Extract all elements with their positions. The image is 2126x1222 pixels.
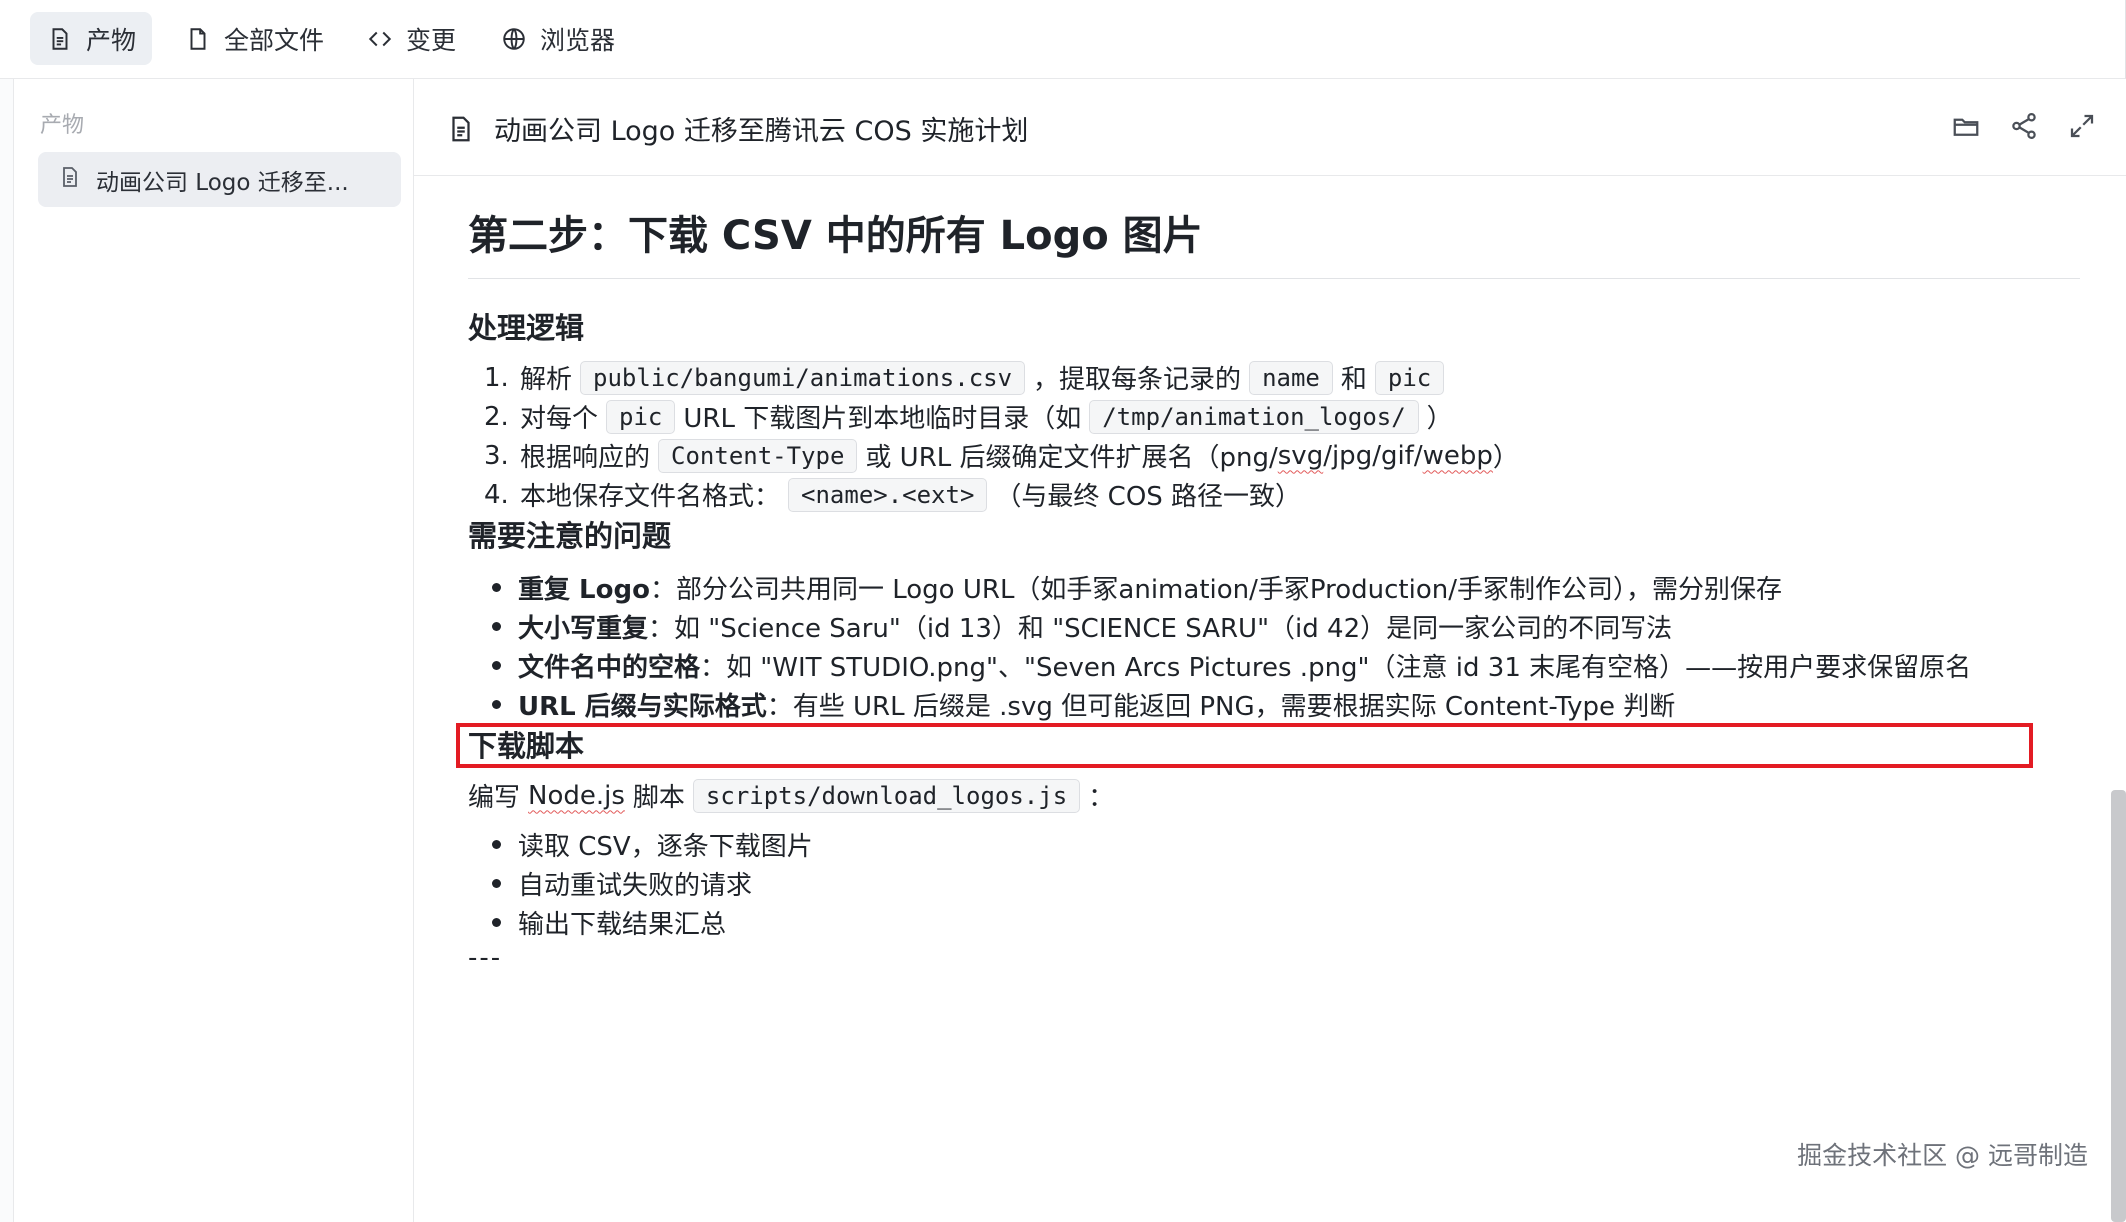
sidebar-item-document[interactable]: 动画公司 Logo 迁移至... [38, 152, 401, 207]
tab-browser[interactable]: 浏览器 [484, 12, 631, 65]
list-item: 2. 对每个 pic URL 下载图片到本地临时目录（如 /tmp/animat… [484, 399, 1453, 434]
section-heading-issues: 需要注意的问题 [468, 519, 672, 553]
artifacts-sidebar: 产物 动画公司 Logo 迁移至... [13, 79, 414, 1222]
globe-icon [500, 25, 528, 53]
share-icon[interactable] [2008, 110, 2040, 142]
code-icon [366, 25, 394, 53]
inline-code: public/bangumi/animations.csv [580, 360, 1026, 395]
inline-code: /tmp/animation_logos/ [1089, 399, 1419, 434]
document-icon [58, 165, 82, 195]
tab-label: 全部文件 [224, 25, 325, 55]
tab-artifacts[interactable]: 产物 [30, 12, 153, 65]
document-icon [46, 25, 74, 53]
document-title-text: 动画公司 Logo 迁移至腾讯云 COS 实施计划 [494, 116, 1029, 147]
top-tab-bar: 产物 全部文件 变更 浏览器 [0, 0, 2126, 79]
expand-icon[interactable] [2066, 110, 2098, 142]
list-item: 自动重试失败的请求 [492, 865, 752, 902]
inline-code: pic [606, 399, 676, 434]
inline-code: Content-Type [658, 438, 858, 473]
annotation-highlight-box [456, 723, 2033, 768]
tab-label: 浏览器 [540, 25, 616, 55]
folder-open-icon[interactable] [1950, 110, 1982, 142]
list-item: 输出下载结果汇总 [492, 904, 726, 941]
heading-divider [468, 278, 2080, 279]
inline-code: scripts/download_logos.js [692, 778, 1081, 813]
inline-code: name [1249, 360, 1333, 395]
inline-code: <name>.<ext> [788, 477, 988, 512]
document-header: 动画公司 Logo 迁移至腾讯云 COS 实施计划 [414, 79, 2126, 176]
left-edge [0, 79, 13, 1222]
file-icon [184, 25, 212, 53]
tab-label: 产物 [86, 25, 137, 55]
document-title: 动画公司 Logo 迁移至腾讯云 COS 实施计划 [446, 109, 1028, 148]
document-panel: 动画公司 Logo 迁移至腾讯云 COS 实施计划 第二步：下载 CSV 中的所… [414, 79, 2126, 1222]
list-item: 1. 解析 public/bangumi/animations.csv ，提取每… [484, 359, 1452, 396]
tab-all-files[interactable]: 全部文件 [168, 12, 340, 65]
document-actions [1950, 110, 2098, 142]
script-intro: 编写 Node.js 脚本 scripts/download_logos.js … [468, 778, 1115, 813]
inline-code: pic [1374, 360, 1445, 395]
watermark: 掘金技术社区 @ 远哥制造 [1797, 1141, 2088, 1170]
list-item: 4. 本地保存文件名格式： <name>.<ext> （与最终 COS 路径一致… [484, 477, 1302, 512]
sidebar-heading: 产物 [40, 113, 85, 138]
step-heading: 第二步：下载 CSV 中的所有 Logo 图片 [468, 213, 1203, 259]
tab-label: 变更 [406, 25, 457, 55]
list-item: 3. 根据响应的 Content-Type 或 URL 后缀确定文件扩展名（pn… [484, 438, 1519, 473]
list-item: URL 后缀与实际格式 ：有些 URL 后缀是 .svg 但可能返回 PNG，需要… [492, 686, 1675, 723]
list-item: 读取 CSV，逐条下载图片 [492, 826, 813, 863]
list-item: 重复 Logo ：部分公司共用同一 Logo URL（如手冢animation/手… [492, 569, 1782, 606]
scrollbar-thumb[interactable] [2111, 790, 2126, 1222]
list-item: 大小写重复 ：如 "Science Saru"（id 13）和 "SCIENCE … [492, 608, 1672, 645]
tab-changes[interactable]: 变更 [350, 12, 472, 65]
sidebar-item-label: 动画公司 Logo 迁移至... [96, 169, 349, 196]
horizontal-rule-text: --- [468, 943, 503, 973]
spellcheck-word: svg [1277, 440, 1324, 471]
list-item: 文件名中的空格 ：如 "WIT STUDIO.png"、"Seven Arcs P… [492, 647, 1971, 684]
spellcheck-word: webp [1422, 440, 1493, 471]
document-icon [452, 116, 470, 141]
section-heading-logic: 处理逻辑 [468, 311, 585, 345]
